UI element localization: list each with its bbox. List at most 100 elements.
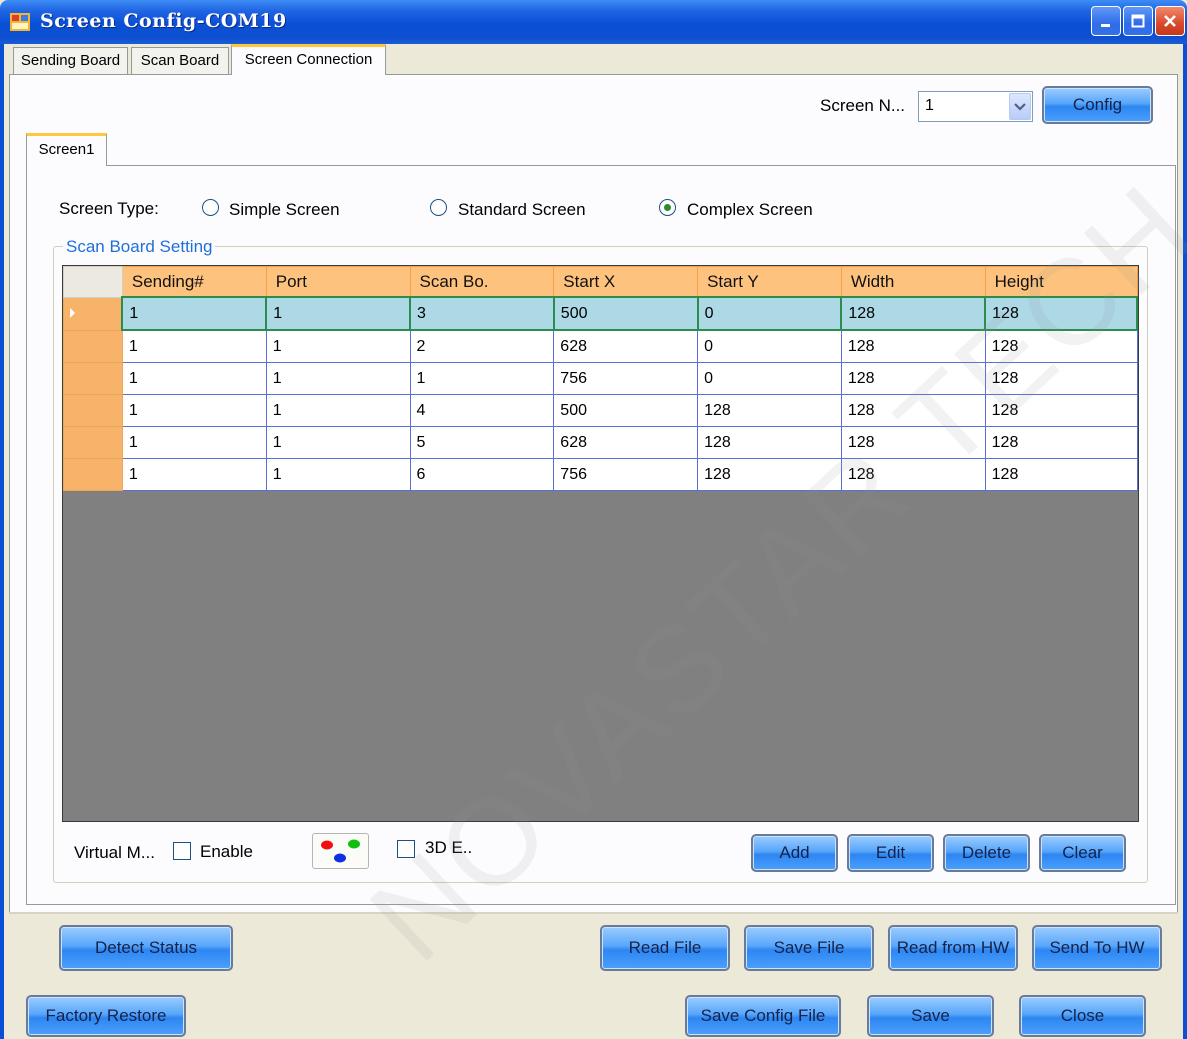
read-from-hw-button[interactable]: Read from HW xyxy=(888,925,1018,971)
row-header[interactable] xyxy=(63,458,123,491)
3d-enable-label[interactable]: 3D E.. xyxy=(425,838,472,858)
column-header-scan-board[interactable]: Scan Bo. xyxy=(409,266,555,298)
cell-start-x[interactable]: 756 xyxy=(553,362,699,395)
cell-start-y[interactable]: 0 xyxy=(697,329,842,363)
tab-scan-board[interactable]: Scan Board xyxy=(131,47,229,74)
table-row[interactable]: 1 1 3 500 0 128 128 xyxy=(63,296,1138,331)
save-config-file-button[interactable]: Save Config File xyxy=(685,995,841,1037)
cell-port[interactable]: 1 xyxy=(265,362,411,395)
cell-start-x[interactable]: 756 xyxy=(553,458,699,491)
cell-sending[interactable]: 1 xyxy=(121,296,268,331)
cell-scan-board[interactable]: 4 xyxy=(409,394,555,427)
cell-width[interactable]: 128 xyxy=(840,329,986,363)
3d-enable-checkbox[interactable] xyxy=(397,840,415,858)
delete-button[interactable]: Delete xyxy=(943,834,1030,872)
row-header[interactable] xyxy=(63,426,123,459)
simple-screen-radio[interactable] xyxy=(202,199,219,216)
cell-scan-board[interactable]: 3 xyxy=(409,296,555,331)
cell-port[interactable]: 1 xyxy=(265,296,412,331)
cell-start-y[interactable]: 128 xyxy=(697,426,842,459)
footer-separator xyxy=(9,912,1178,914)
read-file-button[interactable]: Read File xyxy=(600,925,730,971)
close-dialog-button[interactable]: Close xyxy=(1019,995,1146,1037)
simple-screen-label[interactable]: Simple Screen xyxy=(229,200,340,220)
cell-height[interactable]: 128 xyxy=(984,426,1138,459)
cell-scan-board[interactable]: 2 xyxy=(409,329,555,363)
tab-sending-board[interactable]: Sending Board xyxy=(13,47,128,74)
maximize-icon xyxy=(1131,14,1145,28)
minimize-button[interactable] xyxy=(1091,6,1121,36)
column-header-start-y[interactable]: Start Y xyxy=(697,266,842,298)
cell-port[interactable]: 1 xyxy=(265,458,411,491)
cell-width[interactable]: 128 xyxy=(840,458,986,491)
standard-screen-radio[interactable] xyxy=(430,199,447,216)
cell-start-y[interactable]: 128 xyxy=(697,458,842,491)
cell-port[interactable]: 1 xyxy=(265,394,411,427)
cell-sending[interactable]: 1 xyxy=(121,458,267,491)
scan-board-grid[interactable]: Sending# Port Scan Bo. Start X Start Y W… xyxy=(62,265,1139,822)
screen-number-select[interactable]: 1 xyxy=(918,91,1033,122)
row-header[interactable] xyxy=(63,329,123,363)
save-file-button[interactable]: Save File xyxy=(744,925,874,971)
cell-start-x[interactable]: 500 xyxy=(553,394,699,427)
cell-sending[interactable]: 1 xyxy=(121,394,267,427)
color-order-button[interactable] xyxy=(312,833,369,869)
cell-sending[interactable]: 1 xyxy=(121,362,267,395)
cell-start-x[interactable]: 500 xyxy=(552,296,699,331)
maximize-button[interactable] xyxy=(1123,6,1153,36)
cell-start-y[interactable]: 0 xyxy=(697,362,842,395)
complex-screen-radio[interactable] xyxy=(659,199,676,216)
cell-width[interactable]: 128 xyxy=(840,362,986,395)
cell-start-y[interactable]: 0 xyxy=(696,296,843,331)
table-row[interactable]: 1 1 1 756 0 128 128 xyxy=(63,362,1138,395)
cell-sending[interactable]: 1 xyxy=(121,426,267,459)
complex-screen-label[interactable]: Complex Screen xyxy=(687,200,813,220)
cell-height[interactable]: 128 xyxy=(984,296,1138,331)
row-header[interactable] xyxy=(63,362,123,395)
edit-button[interactable]: Edit xyxy=(847,834,934,872)
factory-restore-button[interactable]: Factory Restore xyxy=(26,995,186,1037)
cell-height[interactable]: 128 xyxy=(984,458,1138,491)
dropdown-arrow-button[interactable] xyxy=(1009,93,1031,120)
tab-screen1[interactable]: Screen1 xyxy=(26,133,107,166)
cell-scan-board[interactable]: 6 xyxy=(409,458,555,491)
cell-sending[interactable]: 1 xyxy=(121,329,267,363)
row-header[interactable] xyxy=(63,296,123,331)
cell-port[interactable]: 1 xyxy=(265,426,411,459)
row-header[interactable] xyxy=(63,394,123,427)
add-button[interactable]: Add xyxy=(751,834,838,872)
cell-scan-board[interactable]: 5 xyxy=(409,426,555,459)
column-header-height[interactable]: Height xyxy=(984,266,1138,298)
table-row[interactable]: 1 1 2 628 0 128 128 xyxy=(63,329,1138,363)
enable-checkbox[interactable] xyxy=(173,842,191,860)
cell-width[interactable]: 128 xyxy=(840,296,987,331)
enable-label[interactable]: Enable xyxy=(200,842,253,862)
cell-start-x[interactable]: 628 xyxy=(553,426,699,459)
detect-status-button[interactable]: Detect Status xyxy=(59,925,233,971)
cell-height[interactable]: 128 xyxy=(984,329,1138,363)
save-button[interactable]: Save xyxy=(867,995,994,1037)
column-header-sending[interactable]: Sending# xyxy=(121,266,267,298)
cell-start-x[interactable]: 628 xyxy=(553,329,699,363)
chevron-down-icon xyxy=(1014,102,1026,111)
send-to-hw-button[interactable]: Send To HW xyxy=(1032,925,1162,971)
tab-screen-connection[interactable]: Screen Connection xyxy=(231,44,386,75)
standard-screen-label[interactable]: Standard Screen xyxy=(458,200,586,220)
cell-width[interactable]: 128 xyxy=(840,426,986,459)
table-row[interactable]: 1 1 6 756 128 128 128 xyxy=(63,458,1138,491)
close-button[interactable] xyxy=(1155,6,1185,36)
clear-button[interactable]: Clear xyxy=(1039,834,1126,872)
column-header-start-x[interactable]: Start X xyxy=(553,266,699,298)
cell-width[interactable]: 128 xyxy=(840,394,986,427)
cell-port[interactable]: 1 xyxy=(265,329,411,363)
cell-scan-board[interactable]: 1 xyxy=(409,362,555,395)
cell-height[interactable]: 128 xyxy=(984,394,1138,427)
column-header-width[interactable]: Width xyxy=(840,266,986,298)
column-header-port[interactable]: Port xyxy=(265,266,411,298)
config-button[interactable]: Config xyxy=(1042,86,1153,124)
cell-start-y[interactable]: 128 xyxy=(697,394,842,427)
table-row[interactable]: 1 1 5 628 128 128 128 xyxy=(63,426,1138,459)
cell-height[interactable]: 128 xyxy=(984,362,1138,395)
table-row[interactable]: 1 1 4 500 128 128 128 xyxy=(63,394,1138,427)
table-corner-cell[interactable] xyxy=(63,266,123,298)
